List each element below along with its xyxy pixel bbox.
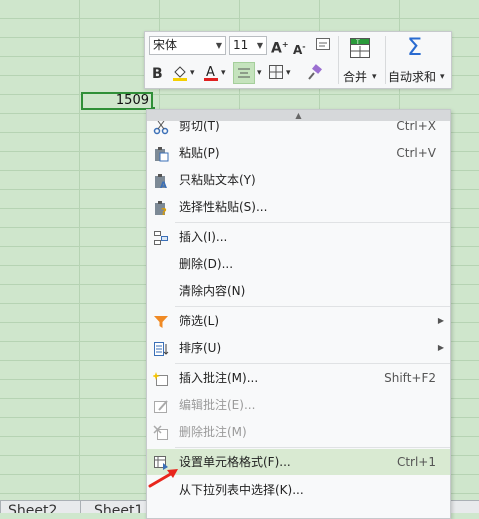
menu-item-label: 设置单元格格式(F)...: [179, 455, 291, 469]
menu-item-shortcut: Ctrl+1: [396, 455, 436, 469]
font-name-dropdown[interactable]: 宋体 ▼: [149, 36, 226, 55]
filter-icon: [153, 313, 169, 329]
clear-format-icon[interactable]: [315, 36, 331, 56]
paste-icon: [153, 145, 169, 162]
context-menu: ▲ 剪切(T) Ctrl+X ▲ 粘贴(P) Ctrl+V A 只粘贴文本(Y)…: [146, 109, 451, 519]
menu-item-label: 删除批注(M): [179, 425, 247, 439]
menu-item-label: 插入(I)...: [179, 230, 228, 244]
bold-icon[interactable]: B: [152, 66, 163, 82]
menu-item-label: 筛选(L): [179, 314, 220, 328]
format-painter-icon[interactable]: [305, 64, 323, 86]
menu-item-label: 删除(D)...: [179, 257, 234, 271]
menu-item-delete-comment[interactable]: 删除批注(M): [147, 419, 450, 445]
svg-text:A: A: [206, 65, 215, 80]
menu-item-label: 从下拉列表中选择(K)...: [179, 483, 304, 497]
menu-item-paste-special[interactable]: ? 选择性粘贴(S)...: [147, 194, 450, 220]
submenu-arrow-icon: ▶: [437, 316, 444, 325]
menu-item-label: 粘贴(P): [179, 146, 220, 160]
insert-comment-icon: [152, 370, 169, 386]
menu-item-delete[interactable]: 删除(D)...: [147, 251, 450, 277]
svg-text:T: T: [355, 39, 360, 46]
menu-item-insert[interactable]: 插入(I)...: [147, 224, 450, 250]
menu-item-clear-contents[interactable]: 清除内容(N): [147, 278, 450, 304]
merge-button-label[interactable]: 合并: [343, 68, 367, 85]
shrink-font-icon[interactable]: A-: [293, 39, 306, 58]
menu-item-label: 选择性粘贴(S)...: [179, 200, 268, 214]
menu-item-shortcut: Shift+F2: [384, 371, 436, 385]
svg-text:?: ?: [161, 207, 167, 216]
font-color-icon[interactable]: A: [202, 63, 220, 86]
selected-cell[interactable]: 1509: [81, 92, 153, 110]
submenu-arrow-icon: ▶: [437, 343, 444, 352]
toolbar-separator: [385, 36, 386, 84]
delete-comment-icon: [153, 424, 169, 440]
edit-comment-icon: [153, 397, 169, 413]
toolbar-separator: [338, 36, 339, 84]
sort-icon: [153, 340, 169, 356]
chevron-down-icon[interactable]: ▾: [440, 69, 445, 85]
paste-text-icon: A: [153, 172, 169, 191]
svg-text:A: A: [160, 181, 167, 189]
autosum-icon[interactable]: Σ: [407, 35, 422, 59]
menu-item-label: 插入批注(M)...: [179, 371, 259, 385]
chevron-down-icon: ▼: [215, 41, 222, 50]
paste-special-icon: ?: [153, 199, 169, 218]
font-name-value: 宋体: [153, 38, 178, 52]
autosum-button-label[interactable]: 自动求和: [388, 68, 436, 85]
insert-icon: [153, 229, 169, 245]
menu-item-paste[interactable]: 粘贴(P) Ctrl+V: [147, 140, 450, 166]
menu-item-edit-comment[interactable]: 编辑批注(E)...: [147, 392, 450, 418]
menu-item-label: 排序(U): [179, 341, 222, 355]
menu-item-format-cells[interactable]: 设置单元格格式(F)... Ctrl+1: [147, 449, 450, 475]
chevron-down-icon: ▼: [256, 41, 263, 50]
align-center-button[interactable]: [233, 62, 255, 84]
font-size-value: 11: [233, 38, 249, 52]
menu-item-label: 清除内容(N): [179, 284, 246, 298]
menu-item-label: 编辑批注(E)...: [179, 398, 256, 412]
menu-separator: [175, 306, 450, 307]
chevron-down-icon[interactable]: ▾: [286, 65, 291, 81]
grow-font-icon[interactable]: A+: [271, 37, 289, 57]
align-center-icon: [238, 68, 250, 78]
menu-item-label: 只粘贴文本(Y): [179, 173, 256, 187]
chevron-down-icon[interactable]: ▾: [190, 65, 195, 81]
tab-separator: [80, 501, 81, 513]
font-size-dropdown[interactable]: 11 ▼: [229, 36, 267, 55]
menu-item-paste-text-only[interactable]: A 只粘贴文本(Y): [147, 167, 450, 193]
menu-item-filter[interactable]: 筛选(L) ▶: [147, 308, 450, 334]
merge-icon[interactable]: T: [349, 37, 371, 63]
mini-toolbar: 宋体 ▼ 11 ▼ A+ A- B ▾ A ▾ ▾ ▾ T 合并 ▾ Σ 自动求…: [144, 31, 452, 89]
menu-separator: [175, 447, 450, 448]
menu-scroll-bar[interactable]: ▲: [147, 110, 450, 121]
chevron-down-icon[interactable]: ▾: [257, 65, 262, 81]
menu-separator: [175, 363, 450, 364]
red-arrow-annotation: [148, 469, 178, 488]
chevron-down-icon[interactable]: ▾: [221, 65, 226, 81]
fill-color-icon[interactable]: [171, 64, 189, 86]
borders-icon[interactable]: [268, 64, 284, 84]
menu-item-pick-from-dropdown[interactable]: 从下拉列表中选择(K)...: [147, 477, 450, 503]
menu-item-insert-comment[interactable]: 插入批注(M)... Shift+F2: [147, 365, 450, 391]
menu-separator: [175, 222, 450, 223]
menu-item-shortcut: Ctrl+V: [396, 146, 436, 160]
menu-item-sort[interactable]: 排序(U) ▶: [147, 335, 450, 361]
tab-separator: [0, 501, 1, 513]
chevron-down-icon[interactable]: ▾: [372, 69, 377, 85]
